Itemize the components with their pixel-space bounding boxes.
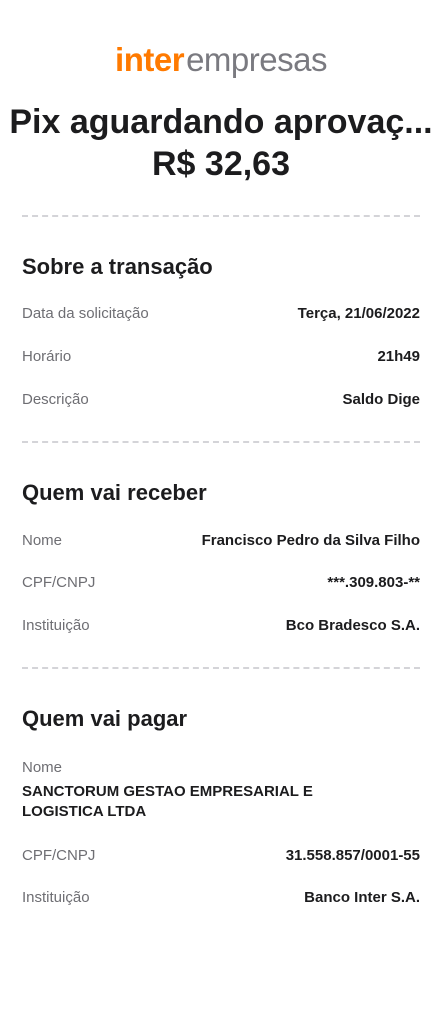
row-request-date: Data da solicitação Terça, 21/06/2022 <box>22 304 420 324</box>
section-title-transaction: Sobre a transação <box>22 254 213 279</box>
receiver-doc-label: CPF/CNPJ <box>22 574 96 591</box>
row-time: Horário 21h49 <box>22 347 420 367</box>
request-date-label: Data da solicitação <box>22 305 149 322</box>
row-receiver-institution: Instituição Bco Bradesco S.A. <box>22 616 420 636</box>
payer-institution-label: Instituição <box>22 889 90 906</box>
brand-logo-empresas: empresas <box>186 41 327 78</box>
receiver-name-value: Francisco Pedro da Silva Filho <box>201 532 420 549</box>
payer-institution-value: Banco Inter S.A. <box>304 889 420 906</box>
row-payer-doc: CPF/CNPJ 31.558.857/0001-55 <box>22 846 420 866</box>
row-receiver-doc: CPF/CNPJ ***.309.803-** <box>22 573 420 593</box>
payer-name-label: Nome <box>22 759 63 776</box>
receiver-doc-value: ***.309.803-** <box>327 574 420 591</box>
divider <box>22 215 420 217</box>
brand-logo-inter: inter <box>115 41 185 78</box>
payer-name-value: SANCTORUM GESTAO EMPRESARIAL E LOGISTICA… <box>22 783 313 820</box>
request-date-value: Terça, 21/06/2022 <box>297 305 420 322</box>
page-title: Pix aguardando aprovaç... <box>9 103 433 141</box>
transaction-amount: R$ 32,63 <box>152 145 290 183</box>
section-title-payer: Quem vai pagar <box>22 706 188 731</box>
payer-doc-value: 31.558.857/0001-55 <box>285 847 420 864</box>
receiver-institution-label: Instituição <box>22 617 90 634</box>
divider <box>22 667 420 669</box>
section-title-receiver: Quem vai receber <box>22 480 207 505</box>
time-label: Horário <box>22 348 72 365</box>
row-payer-institution: Instituição Banco Inter S.A. <box>22 888 420 908</box>
row-receiver-name: Nome Francisco Pedro da Silva Filho <box>22 531 420 551</box>
row-description: Descrição Saldo Dige <box>22 390 420 410</box>
receiver-name-label: Nome <box>22 532 63 549</box>
payer-doc-label: CPF/CNPJ <box>22 847 96 864</box>
divider <box>22 441 420 443</box>
time-value: 21h49 <box>377 348 420 365</box>
brand-logo: interempresas <box>0 40 442 80</box>
receiver-institution-value: Bco Bradesco S.A. <box>285 617 420 634</box>
description-label: Descrição <box>22 391 89 408</box>
description-value: Saldo Dige <box>342 391 420 408</box>
